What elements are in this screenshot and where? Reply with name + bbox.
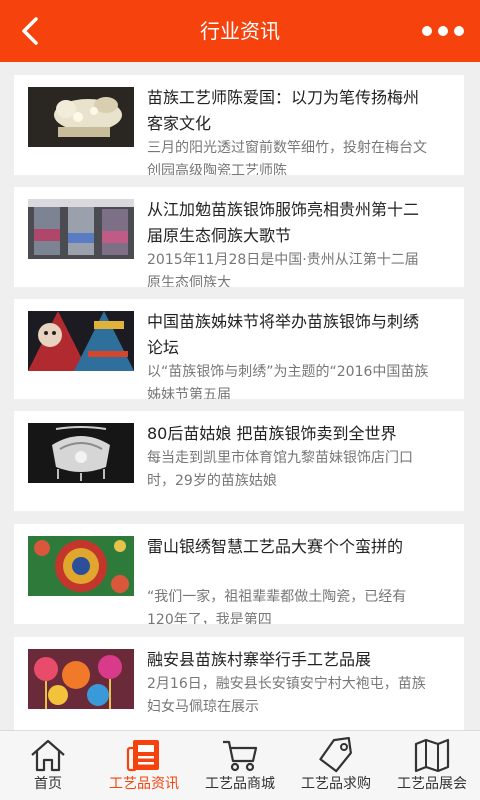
tab-news[interactable]: 工艺品资讯	[96, 731, 192, 800]
news-thumbnail	[28, 311, 134, 371]
bottom-tab-bar: 首页 工艺品资讯 工艺品商城 工艺品求购 工艺品展会	[0, 730, 480, 800]
tab-label: 工艺品展会	[397, 776, 467, 792]
news-title: 中国苗族姊妹节将举办苗族银饰与刺绣论坛	[147, 312, 420, 357]
tab-home[interactable]: 首页	[0, 731, 96, 800]
news-thumbnail	[28, 536, 134, 596]
tab-label: 工艺品求购	[301, 776, 371, 792]
news-summary: “我们一家，祖祖辈辈都做土陶瓷，已经有120年了，我是第四	[147, 589, 407, 624]
map-icon	[414, 738, 450, 773]
news-card[interactable]: 中国苗族姊妹节将举办苗族银饰与刺绣论坛 以“苗族银饰与刺绣”为主题的“2016中…	[14, 299, 464, 399]
news-summary: 以“苗族银饰与刺绣”为主题的“2016中国苗族姊妹节第五届	[147, 364, 429, 399]
news-icon	[126, 740, 159, 772]
news-card[interactable]: 从江加勉苗族银饰服饰亮相贵州第十二届原生态侗族大歌节 2015年11月28日是中…	[14, 187, 464, 287]
tab-label: 首页	[34, 776, 62, 792]
news-summary: 2月16日，融安县长安镇安宁村大袍屯，苗族妇女马佩琼在展示	[147, 676, 426, 713]
tab-exhibition[interactable]: 工艺品展会	[384, 731, 480, 800]
news-summary: 三月的阳光透过窗前数竿细竹，投射在梅台文创园高级陶瓷工艺师陈	[147, 140, 427, 175]
news-thumbnail	[28, 199, 134, 259]
tag-icon	[319, 737, 352, 773]
page-title: 行业资讯	[200, 19, 280, 43]
home-icon	[31, 739, 65, 772]
more-button[interactable]	[420, 18, 466, 44]
news-card[interactable]: 80后苗姑娘 把苗族银饰卖到全世界 每当走到凯里市体育馆九黎苗妹银饰店门口时，2…	[14, 411, 464, 511]
news-title: 融安县苗族村寨举行手工艺品展	[147, 650, 372, 669]
more-dots-icon	[422, 26, 464, 36]
news-thumbnail	[28, 649, 134, 709]
news-card[interactable]: 雷山银绣智慧工艺品大赛个个蛮拼的 “我们一家，祖祖辈辈都做土陶瓷，已经有120年…	[14, 524, 464, 624]
news-card[interactable]: 融安县苗族村寨举行手工艺品展 2月16日，融安县长安镇安宁村大袍屯，苗族妇女马佩…	[14, 637, 464, 737]
cart-icon	[223, 740, 258, 772]
news-title: 苗族工艺师陈爱国：以刀为笔传扬梅州客家文化	[147, 88, 420, 133]
news-thumbnail	[28, 423, 134, 483]
news-card[interactable]: 苗族工艺师陈爱国：以刀为笔传扬梅州客家文化 三月的阳光透过窗前数竿细竹，投射在梅…	[14, 75, 464, 175]
tab-label: 工艺品商城	[205, 776, 275, 792]
top-bar: 行业资讯	[0, 0, 480, 62]
news-summary: 2015年11月28日是中国·贵州从江第十二届原生态侗族大	[147, 252, 419, 287]
tab-purchase[interactable]: 工艺品求购	[288, 731, 384, 800]
news-summary: 每当走到凯里市体育馆九黎苗妹银饰店门口时，29岁的苗族姑娘	[147, 450, 413, 487]
news-thumbnail	[28, 87, 134, 147]
news-title: 雷山银绣智慧工艺品大赛个个蛮拼的	[147, 537, 404, 556]
news-title: 80后苗姑娘 把苗族银饰卖到全世界	[147, 424, 397, 443]
tab-mall[interactable]: 工艺品商城	[192, 731, 288, 800]
tab-label: 工艺品资讯	[109, 776, 179, 792]
news-title: 从江加勉苗族银饰服饰亮相贵州第十二届原生态侗族大歌节	[147, 200, 420, 245]
